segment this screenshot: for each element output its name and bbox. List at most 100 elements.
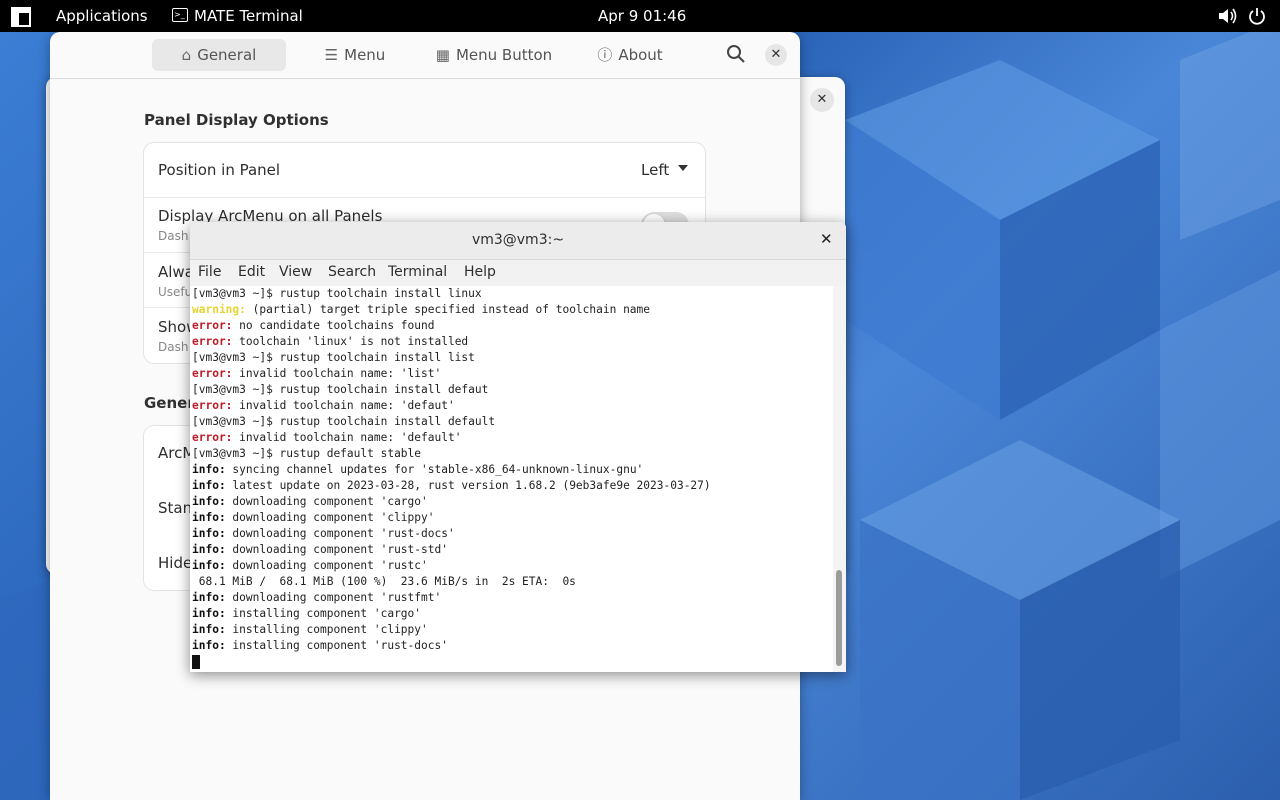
terminal-menubar: File Edit View Search Terminal Help	[190, 260, 846, 286]
menu-file[interactable]: File	[198, 264, 221, 280]
section-title: Panel Display Options	[144, 111, 329, 129]
apps-grid-icon[interactable]	[11, 6, 31, 27]
line-text: [vm3@vm3 ~]$ rustup toolchain install li…	[192, 351, 475, 364]
settings-row-label[interactable]: Hide	[158, 554, 192, 572]
line-prefix: info:	[192, 543, 226, 556]
line-prefix: error:	[192, 335, 233, 348]
tab-general[interactable]: ⌂ General	[152, 39, 286, 71]
line-prefix: info:	[192, 463, 226, 476]
close-icon[interactable]: ✕	[820, 230, 833, 248]
terminal-title: vm3@vm3:~	[471, 232, 565, 248]
terminal-line: [vm3@vm3 ~]$ rustup toolchain install li…	[192, 350, 475, 366]
applications-menu[interactable]: Applications	[56, 0, 148, 32]
menu-search[interactable]: Search	[328, 264, 376, 280]
terminal-line: info: downloading component 'rustfmt'	[192, 590, 441, 606]
terminal-line: error: invalid toolchain name: 'default'	[192, 430, 461, 446]
line-text: downloading component 'rust-docs'	[225, 527, 455, 540]
tab-label: General	[197, 46, 257, 64]
terminal-line: info: downloading component 'cargo'	[192, 494, 428, 510]
search-icon[interactable]	[726, 44, 748, 66]
line-prefix: info:	[192, 591, 226, 604]
terminal-line: info: downloading component 'rustc'	[192, 558, 428, 574]
terminal-line: info: installing component 'cargo'	[192, 606, 421, 622]
line-text: latest update on 2023-03-28, rust versio…	[225, 479, 711, 492]
line-text: downloading component 'rustfmt'	[225, 591, 442, 604]
tab-label: About	[618, 46, 663, 64]
line-prefix: info:	[192, 639, 226, 652]
info-icon: ⓘ	[597, 46, 613, 64]
row-title: Position in Panel	[158, 161, 281, 179]
line-text: downloading component 'rust-std'	[225, 543, 448, 556]
line-text: installing component 'cargo'	[225, 607, 422, 620]
line-prefix: error:	[192, 319, 233, 332]
menu-view[interactable]: View	[279, 264, 312, 280]
terminal-line: warning: (partial) target triple specifi…	[192, 302, 650, 318]
terminal-output[interactable]: [vm3@vm3 ~]$ rustup toolchain install li…	[190, 286, 832, 672]
chevron-down-icon[interactable]	[678, 165, 688, 171]
terminal-line: info: installing component 'clippy'	[192, 622, 428, 638]
terminal-titlebar[interactable]: vm3@vm3:~ ✕	[190, 222, 846, 260]
tab-menu[interactable]: ☰ Menu	[318, 39, 392, 71]
terminal-line: info: latest update on 2023-03-28, rust …	[192, 478, 711, 494]
tab-menu-button[interactable]: ▦ Menu Button	[434, 39, 554, 71]
line-text: toolchain 'linux' is not installed	[232, 335, 469, 348]
line-text: 68.1 MiB / 68.1 MiB (100 %) 23.6 MiB/s i…	[192, 575, 576, 588]
line-text: syncing channel updates for 'stable-x86_…	[225, 463, 644, 476]
tab-label: Menu Button	[455, 46, 553, 64]
terminal-line: [vm3@vm3 ~]$ rustup toolchain install li…	[192, 286, 482, 302]
line-prefix: info:	[192, 623, 226, 636]
line-prefix: info:	[192, 607, 226, 620]
row-title: Alwa	[158, 263, 194, 281]
tab-label: Menu	[344, 46, 386, 64]
line-prefix: error:	[192, 367, 233, 380]
active-app-label[interactable]: MATE Terminal	[194, 0, 303, 32]
menu-terminal[interactable]: Terminal	[388, 264, 447, 280]
scrollbar[interactable]	[833, 286, 846, 672]
clock[interactable]: Apr 9 01:46	[598, 0, 686, 32]
line-text: [vm3@vm3 ~]$ rustup toolchain install de…	[192, 383, 489, 396]
line-prefix: info:	[192, 479, 226, 492]
menu-edit[interactable]: Edit	[238, 264, 265, 280]
menu-help[interactable]: Help	[464, 264, 496, 280]
line-text: [vm3@vm3 ~]$ rustup toolchain install de…	[192, 415, 496, 428]
background-window-close-icon[interactable]: ✕	[810, 88, 834, 112]
terminal-line: [vm3@vm3 ~]$ rustup toolchain install de…	[192, 414, 495, 430]
line-prefix: info:	[192, 559, 226, 572]
line-text: (partial) target triple specified instea…	[245, 303, 651, 316]
home-icon: ⌂	[181, 46, 192, 64]
terminal-line: 68.1 MiB / 68.1 MiB (100 %) 23.6 MiB/s i…	[192, 574, 576, 590]
tab-about[interactable]: ⓘ About	[594, 39, 666, 71]
terminal-window: vm3@vm3:~ ✕ File Edit View Search Termin…	[190, 222, 846, 672]
terminal-line: info: installing component 'rust-docs'	[192, 638, 448, 654]
terminal-line: error: toolchain 'linux' is not installe…	[192, 334, 468, 350]
line-prefix: error:	[192, 399, 233, 412]
line-prefix: error:	[192, 431, 233, 444]
line-text: invalid toolchain name: 'defaut'	[232, 399, 455, 412]
position-dropdown-value[interactable]: Left	[641, 161, 669, 179]
line-text: no candidate toolchains found	[232, 319, 435, 332]
menu-list-icon: ☰	[324, 46, 339, 64]
line-text: [vm3@vm3 ~]$ rustup toolchain install li…	[192, 287, 482, 300]
line-text: downloading component 'clippy'	[225, 511, 435, 524]
line-prefix: warning:	[192, 303, 246, 316]
scrollbar-thumb[interactable]	[836, 570, 842, 666]
terminal-line: error: invalid toolchain name: 'defaut'	[192, 398, 455, 414]
row-subtitle: Usefu	[158, 285, 193, 299]
text-cursor	[192, 655, 200, 669]
line-text: invalid toolchain name: 'default'	[232, 431, 462, 444]
prefs-header: ⌂ General ☰ Menu ▦ Menu Button ⓘ About ✕	[50, 32, 800, 79]
terminal-line: info: downloading component 'rust-docs'	[192, 526, 455, 542]
line-text: invalid toolchain name: 'list'	[232, 367, 442, 380]
terminal-line: error: invalid toolchain name: 'list'	[192, 366, 441, 382]
close-icon[interactable]: ✕	[765, 44, 787, 66]
line-prefix: info:	[192, 495, 226, 508]
power-icon[interactable]	[1247, 0, 1267, 32]
volume-icon[interactable]	[1217, 0, 1237, 32]
terminal-line: info: downloading component 'clippy'	[192, 510, 435, 526]
position-in-panel-row[interactable]: Position in Panel Left	[144, 143, 705, 198]
terminal-line: error: no candidate toolchains found	[192, 318, 435, 334]
terminal-icon: >_	[172, 8, 188, 22]
menu-button-icon: ▦	[435, 46, 450, 64]
terminal-line: info: syncing channel updates for 'stabl…	[192, 462, 643, 478]
line-text: installing component 'rust-docs'	[225, 639, 448, 652]
